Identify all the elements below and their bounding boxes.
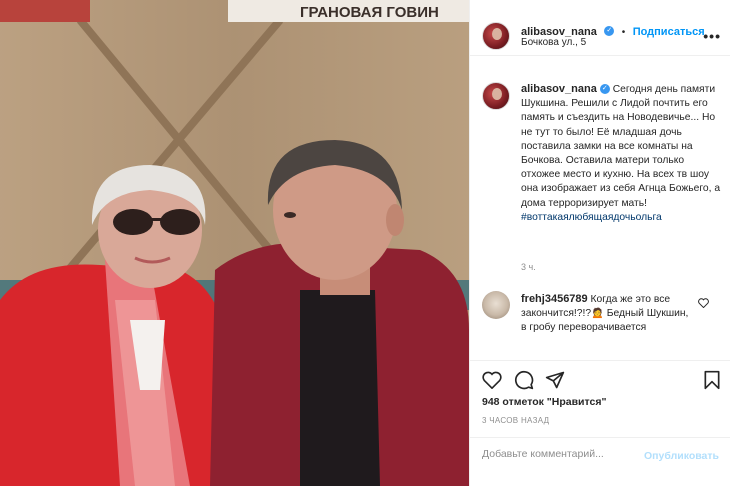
follow-button[interactable]: Подписаться	[633, 26, 705, 38]
author-avatar[interactable]	[482, 22, 510, 50]
caption-author-avatar[interactable]	[482, 82, 510, 110]
post-photo[interactable]: ГРАНОВАЯ ГОВИН	[0, 0, 469, 486]
comment-icon[interactable]	[514, 370, 534, 390]
post-sidebar: alibasov_nana ✓ • Подписаться Бочкова ул…	[469, 0, 730, 486]
paper-plane-icon[interactable]	[545, 370, 565, 390]
caption-username[interactable]: alibasov_nana	[521, 83, 597, 95]
wall-sign-text: ГРАНОВАЯ ГОВИН	[300, 4, 439, 21]
caption-time: 3 ч.	[521, 262, 536, 272]
post-header: alibasov_nana ✓ • Подписаться Бочкова ул…	[470, 0, 730, 56]
caption-hashtag[interactable]: #воттакаялюбящаядочьольга	[521, 212, 662, 223]
comment-like-heart-icon[interactable]	[698, 298, 709, 308]
caption-text-block: alibasov_nana ✓ Сегодня день памяти Шукши…	[521, 82, 721, 225]
verified-badge-icon: ✓	[599, 84, 610, 95]
bookmark-icon[interactable]	[703, 370, 721, 390]
photo-illustration: ГРАНОВАЯ ГОВИН	[0, 0, 469, 486]
post-location[interactable]: Бочкова ул., 5	[521, 37, 586, 48]
commenter-username[interactable]: frehj3456789	[521, 293, 588, 305]
comment-input[interactable]	[482, 448, 642, 460]
commenter-avatar[interactable]	[482, 291, 510, 319]
more-options-icon[interactable]: •••	[703, 28, 721, 44]
caption-text: Сегодня день памяти Шукшина. Решили с Ли…	[521, 84, 721, 209]
verified-badge-icon: ✓	[604, 25, 615, 36]
separator-dot: •	[621, 27, 626, 38]
comment-text-block: frehj3456789 Когда же это все закончится…	[521, 292, 691, 336]
add-comment-bar: Опубликовать	[470, 437, 730, 486]
posted-time: 3 ЧАСОВ НАЗАД	[482, 416, 550, 425]
heart-icon[interactable]	[482, 371, 502, 389]
publish-button[interactable]: Опубликовать	[644, 450, 719, 462]
likes-count[interactable]: 948 отметок "Нравится"	[482, 396, 606, 408]
